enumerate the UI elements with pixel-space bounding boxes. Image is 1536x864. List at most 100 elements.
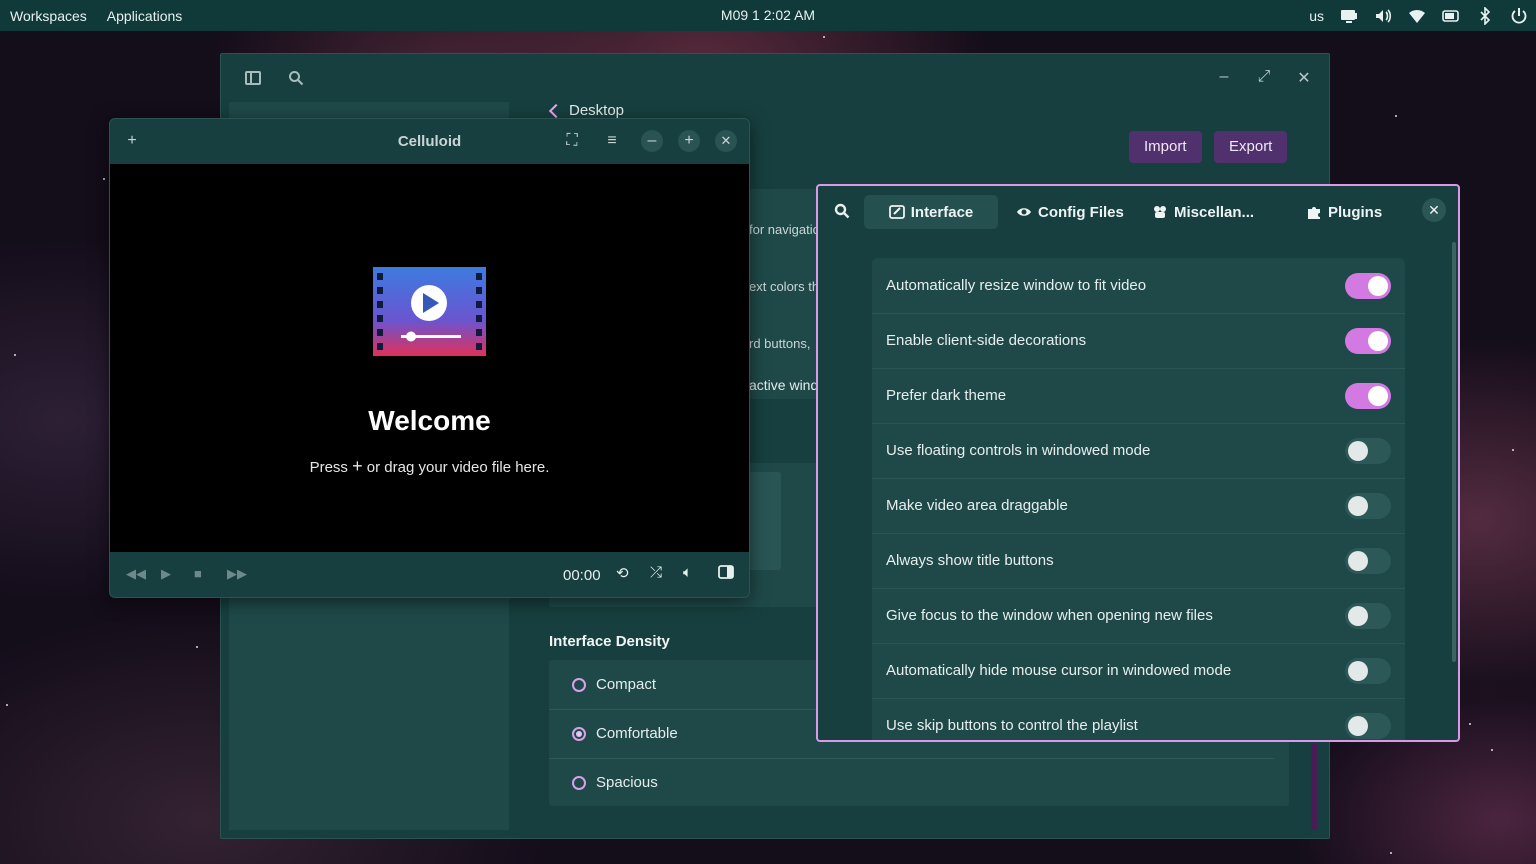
clock[interactable]: M09 1 2:02 AM: [721, 7, 815, 23]
option-label: Prefer dark theme: [886, 387, 1007, 404]
bluetooth-icon[interactable]: [1476, 6, 1494, 25]
minimize-button[interactable]: –: [641, 130, 663, 152]
hint-text: Press: [309, 459, 348, 476]
minimize-button[interactable]: –: [1214, 68, 1234, 86]
toggle-switch[interactable]: [1345, 327, 1391, 354]
tab-miscellaneous[interactable]: Miscellan...: [1152, 195, 1254, 229]
volume-icon[interactable]: [1374, 7, 1392, 25]
celluloid-window: + Celluloid ⛶ ≡ – + ✕ Welcome Press + or…: [109, 118, 750, 598]
tab-label: Interface: [910, 203, 974, 221]
plus-icon: +: [352, 456, 363, 476]
toggle-switch[interactable]: [1345, 437, 1391, 464]
interface-options-list: Automatically resize window to fit video…: [872, 258, 1405, 740]
radio-button[interactable]: [572, 677, 586, 692]
misc-icon: [1154, 206, 1166, 218]
interface-density-title: Interface Density: [549, 633, 670, 650]
option-floating-controls[interactable]: Use floating controls in windowed mode: [872, 423, 1405, 478]
star: [103, 178, 105, 180]
chevron-left-icon: [548, 103, 564, 118]
tab-label: Plugins: [1328, 203, 1383, 221]
back-to-desktop-link[interactable]: Desktop: [548, 102, 625, 119]
fullscreen-icon[interactable]: ⛶: [561, 130, 583, 152]
stop-icon[interactable]: ■: [194, 566, 202, 581]
celluloid-logo-icon: [373, 267, 486, 356]
preferences-tabbar: Interface Config Files Miscellan... Plug…: [818, 186, 1458, 238]
import-button[interactable]: Import: [1129, 131, 1202, 163]
tab-plugins[interactable]: Plugins: [1306, 195, 1382, 229]
star: [196, 646, 198, 648]
shuffle-icon[interactable]: ⤮: [650, 564, 662, 581]
keyboard-layout[interactable]: us: [1309, 8, 1324, 24]
time-display: 00:00: [563, 567, 601, 584]
star: [1512, 449, 1514, 451]
setting-description: active wind: [749, 377, 819, 393]
menu-icon[interactable]: ≡: [601, 130, 623, 152]
tab-config-files[interactable]: Config Files: [1016, 195, 1124, 229]
volume-icon[interactable]: 🔈︎: [683, 564, 692, 581]
star: [1395, 115, 1397, 117]
option-label: Automatically resize window to fit video: [886, 277, 1147, 294]
option-label: Make video area draggable: [886, 497, 1068, 514]
welcome-heading: Welcome: [368, 405, 491, 436]
option-label: Spacious: [596, 774, 658, 791]
video-area[interactable]: Welcome Press + or drag your video file …: [110, 164, 749, 552]
sidebar-toggle-icon[interactable]: [245, 70, 263, 88]
option-dark-theme[interactable]: Prefer dark theme: [872, 368, 1405, 423]
star: [1390, 852, 1392, 854]
option-draggable-video[interactable]: Make video area draggable: [872, 478, 1405, 533]
play-icon[interactable]: ▶: [161, 566, 171, 582]
option-skip-buttons[interactable]: Use skip buttons to control the playlist: [872, 698, 1405, 740]
power-icon[interactable]: [1510, 7, 1528, 25]
star: [823, 36, 825, 38]
display-icon[interactable]: [1340, 7, 1358, 25]
setting-description: for navigatio: [749, 222, 820, 237]
tab-interface[interactable]: Interface: [864, 195, 998, 229]
close-button[interactable]: ✕: [715, 130, 737, 152]
density-option-spacious[interactable]: Spacious: [549, 758, 1289, 807]
option-client-side-decorations[interactable]: Enable client-side decorations: [872, 313, 1405, 368]
scrollbar[interactable]: [1452, 242, 1456, 662]
close-button[interactable]: ✕: [1422, 198, 1446, 222]
maximize-button[interactable]: +: [678, 130, 700, 152]
toggle-switch[interactable]: [1345, 602, 1391, 629]
search-icon[interactable]: [834, 203, 850, 224]
search-icon[interactable]: [288, 70, 306, 88]
loop-icon[interactable]: ⟲: [616, 564, 629, 582]
toggle-switch[interactable]: [1345, 712, 1391, 739]
toggle-switch[interactable]: [1345, 657, 1391, 684]
toggle-switch[interactable]: [1345, 492, 1391, 519]
export-button[interactable]: Export: [1214, 131, 1288, 163]
back-label: Desktop: [569, 102, 625, 119]
star: [14, 354, 16, 356]
top-panel: Workspaces Applications M09 1 2:02 AM us: [0, 0, 1536, 31]
maximize-button[interactable]: ⤢: [1254, 68, 1274, 86]
wifi-icon[interactable]: [1408, 7, 1426, 25]
option-hide-cursor[interactable]: Automatically hide mouse cursor in windo…: [872, 643, 1405, 698]
battery-icon[interactable]: [1442, 7, 1460, 25]
hint-text: or drag your video file here.: [366, 459, 550, 476]
option-resize-window[interactable]: Automatically resize window to fit video: [872, 258, 1405, 313]
toggle-switch[interactable]: [1345, 382, 1391, 409]
radio-button[interactable]: [572, 726, 586, 741]
option-label: Use floating controls in windowed mode: [886, 442, 1151, 459]
rewind-icon[interactable]: ◀◀: [126, 566, 146, 582]
toggle-switch[interactable]: [1345, 272, 1391, 299]
option-title-buttons[interactable]: Always show title buttons: [872, 533, 1405, 588]
toggle-switch[interactable]: [1345, 547, 1391, 574]
option-label: Give focus to the window when opening ne…: [886, 607, 1213, 624]
celluloid-headerbar: + Celluloid ⛶ ≡ – + ✕: [110, 119, 749, 164]
applications-menu[interactable]: Applications: [97, 8, 193, 24]
workspaces-menu[interactable]: Workspaces: [0, 8, 97, 24]
option-label: Compact: [596, 676, 657, 693]
option-label: Enable client-side decorations: [886, 332, 1087, 349]
option-focus-window[interactable]: Give focus to the window when opening ne…: [872, 588, 1405, 643]
puzzle-icon: [1308, 207, 1320, 219]
close-button[interactable]: ✕: [1294, 68, 1314, 88]
scrollbar[interactable]: [1311, 744, 1317, 830]
option-label: Always show title buttons: [886, 552, 1054, 569]
forward-icon[interactable]: ▶▶: [227, 566, 247, 582]
eye-icon: [1017, 208, 1031, 216]
playback-controls: ◀◀ ▶ ■ ▶▶ 00:00 ⟲ ⤮ 🔈︎: [110, 552, 749, 597]
sidebar-toggle-icon[interactable]: [718, 564, 734, 583]
radio-button[interactable]: [572, 775, 586, 790]
